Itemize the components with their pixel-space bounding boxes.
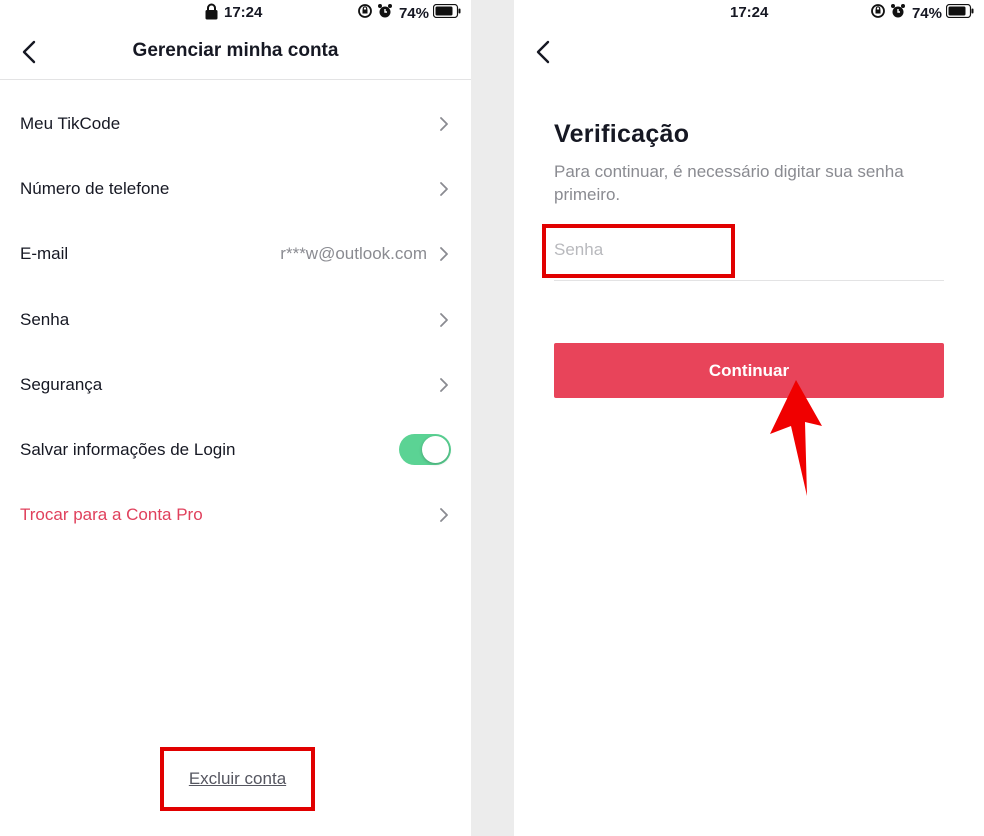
chevron-right-icon [440, 246, 448, 261]
toggle-knob [422, 436, 449, 463]
status-time: 17:24 [730, 4, 769, 21]
back-button[interactable] [530, 38, 558, 66]
alarm-icon [377, 3, 393, 23]
menu-item-label: E-mail [20, 243, 69, 263]
battery-icon [945, 3, 974, 22]
chevron-right-icon [440, 377, 448, 392]
menu-item-phone-number[interactable]: Número de telefone [0, 156, 471, 221]
alarm-icon [890, 3, 906, 23]
save-login-toggle[interactable] [399, 434, 451, 465]
status-bar: 17:24 74% [0, 0, 471, 26]
menu-item-tikcode[interactable]: Meu TikCode [0, 91, 471, 156]
password-underline [554, 280, 944, 281]
menu-item-label: Segurança [20, 374, 103, 394]
chevron-right-icon [440, 312, 448, 327]
menu-item-label: Senha [20, 309, 70, 329]
menu-item-security[interactable]: Segurança [0, 352, 471, 417]
lock-icon [205, 3, 218, 24]
chevron-right-icon [440, 116, 448, 131]
menu-item-label: Trocar para a Conta Pro [20, 504, 203, 524]
menu-item-save-login-info: Salvar informações de Login [0, 417, 471, 482]
menu-item-email[interactable]: E-mail r***w@outlook.com [0, 221, 471, 286]
chevron-right-icon [440, 181, 448, 196]
rotation-lock-icon [357, 3, 373, 23]
continue-button[interactable]: Continuar [554, 343, 944, 398]
header-divider [0, 79, 471, 80]
password-input[interactable] [554, 230, 944, 270]
menu-item-label: Número de telefone [20, 178, 170, 198]
battery-percent: 74% [911, 4, 942, 22]
verification-screen: 17:24 74% Verificação Para continuar, é … [514, 0, 984, 836]
back-chevron-icon [536, 40, 550, 64]
status-time: 17:24 [224, 4, 263, 21]
delete-account-highlight: Excluir conta [160, 747, 315, 811]
manage-account-screen: 17:24 74% Gerenciar minha conta Meu TikC… [0, 0, 471, 836]
battery-percent: 74% [398, 4, 429, 22]
menu-item-password[interactable]: Senha [0, 287, 471, 352]
page-title: Gerenciar minha conta [132, 40, 339, 61]
menu-item-label: Meu TikCode [20, 113, 121, 133]
chevron-right-icon [440, 507, 448, 522]
verification-title: Verificação [554, 120, 690, 148]
battery-icon [432, 3, 461, 22]
menu-item-label: Salvar informações de Login [20, 439, 236, 459]
rotation-lock-icon [870, 3, 886, 23]
delete-account-link[interactable]: Excluir conta [189, 769, 286, 789]
verification-subtitle: Para continuar, é necessário digitar sua… [554, 162, 904, 204]
status-bar: 17:24 74% [514, 0, 984, 26]
email-value: r***w@outlook.com [280, 243, 427, 263]
menu-item-switch-pro-account[interactable]: Trocar para a Conta Pro [0, 482, 471, 547]
